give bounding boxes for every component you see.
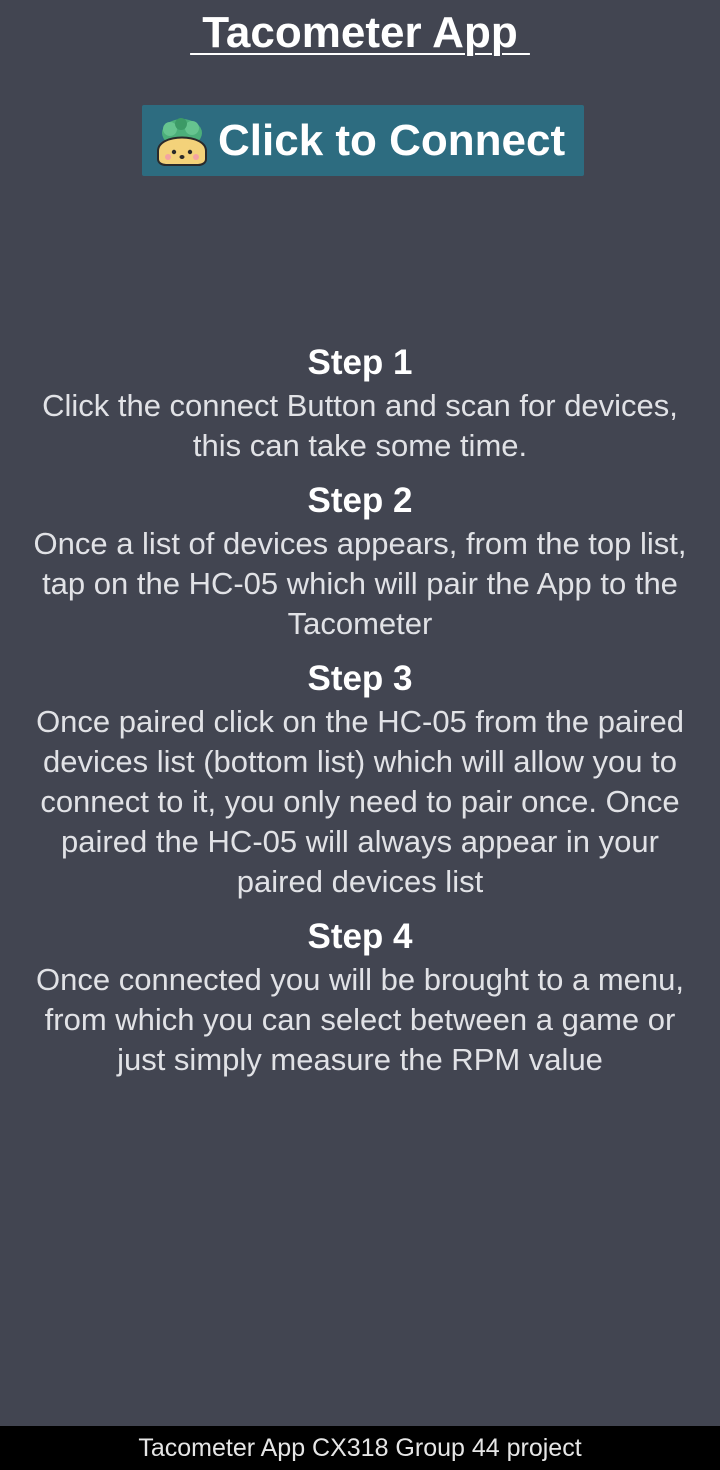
taco-icon <box>152 111 212 171</box>
step-2: Step 2 Once a list of devices appears, f… <box>20 478 700 644</box>
connect-button-label: Click to Connect <box>218 115 566 165</box>
step-text: Once paired click on the HC-05 from the … <box>36 704 684 899</box>
page-title: Tacometer App <box>190 8 530 57</box>
step-4: Step 4 Once connected you will be brough… <box>20 914 700 1080</box>
step-text: Click the connect Button and scan for de… <box>42 388 678 463</box>
step-3: Step 3 Once paired click on the HC-05 fr… <box>20 656 700 902</box>
step-text: Once a list of devices appears, from the… <box>33 526 687 641</box>
step-title: Step 2 <box>307 481 413 520</box>
footer: Tacometer App CX318 Group 44 project <box>0 1426 720 1470</box>
instructions: Step 1 Click the connect Button and scan… <box>20 340 700 1092</box>
step-title: Step 1 <box>307 343 413 382</box>
step-1: Step 1 Click the connect Button and scan… <box>20 340 700 466</box>
step-title: Step 3 <box>307 659 413 698</box>
connect-button[interactable]: Click to Connect <box>142 105 584 176</box>
step-title: Step 4 <box>307 917 413 956</box>
step-text: Once connected you will be brought to a … <box>36 962 684 1077</box>
